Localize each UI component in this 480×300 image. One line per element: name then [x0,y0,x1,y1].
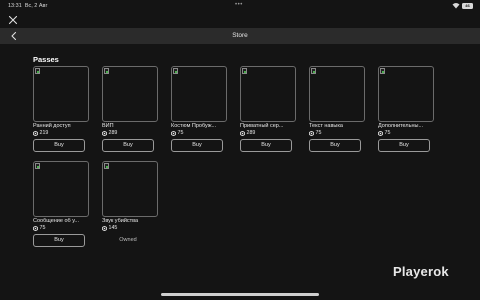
broken-image-icon [311,68,316,74]
status-bar: 13:31 Вс, 2 Авг ••• 46 [0,0,480,12]
pass-thumbnail[interactable] [33,66,89,122]
pass-card[interactable]: Текст навыка 75 Buy [309,66,367,152]
pass-name: Приватный сер... [240,123,284,129]
robux-icon [102,226,107,231]
pass-price-value: 289 [108,130,118,136]
pass-price: 75 [309,130,367,137]
close-row [0,12,480,28]
buy-button[interactable]: Buy [309,139,361,152]
watermark: Playerok [393,264,449,279]
pass-price-value: 75 [384,130,391,136]
status-time: 13:31 Вс, 2 Авг [8,3,48,9]
page-title: Store [232,32,248,39]
battery-icon: 46 [462,3,473,9]
owned-label: Owned [119,237,137,243]
pass-price-value: 75 [177,130,184,136]
pass-price-value: 219 [39,130,49,136]
pass-price-value: 145 [108,225,118,231]
robux-icon [33,226,38,231]
pass-card[interactable]: Костюм Пробуж... 75 Buy [171,66,229,152]
pass-price: 75 [378,130,436,137]
pass-thumbnail[interactable] [171,66,227,122]
pass-price: 75 [171,130,229,137]
wifi-icon [452,3,460,9]
buy-button[interactable]: Buy [33,139,85,152]
pass-price: 289 [240,130,298,137]
buy-button[interactable]: Buy [33,234,85,247]
pass-price: 219 [33,130,91,137]
status-time-value: 13:31 [8,3,22,9]
buy-button[interactable]: Buy [378,139,430,152]
pass-thumbnail[interactable] [33,161,89,217]
robux-icon [378,131,383,136]
broken-image-icon [35,163,40,169]
section-title: Passes [33,55,59,64]
pass-card[interactable]: Ранний доступ 219 Buy [33,66,91,152]
pass-price-value: 75 [39,225,46,231]
robux-icon [102,131,107,136]
pass-card[interactable]: ВИП 289 Buy [102,66,160,152]
pass-card[interactable]: Дополнительны... 75 Buy [378,66,436,152]
pass-name: Костюм Пробуж... [171,123,217,129]
pass-thumbnail[interactable] [102,66,158,122]
pass-name: Звук убийства [102,218,139,224]
pass-card[interactable]: Приватный сер... 289 Buy [240,66,298,152]
pass-price: 289 [102,130,160,137]
pass-name: ВИП [102,123,114,129]
pass-name: Текст навыка [309,123,343,129]
robux-icon [33,131,38,136]
header-bar: Store [0,28,480,44]
robux-icon [240,131,245,136]
robux-icon [171,131,176,136]
pass-thumbnail[interactable] [240,66,296,122]
pass-price-value: 289 [246,130,256,136]
pass-price: 75 [33,225,91,232]
pass-card[interactable]: Сообщение об у... 75 Buy [33,161,91,247]
pass-price: 145 [102,225,160,232]
pass-price-value: 75 [315,130,322,136]
broken-image-icon [104,163,109,169]
pass-name: Сообщение об у... [33,218,79,224]
broken-image-icon [173,68,178,74]
pass-card[interactable]: Звук убийства 145 Owned [102,161,160,247]
broken-image-icon [380,68,385,74]
broken-image-icon [242,68,247,74]
pass-thumbnail[interactable] [102,161,158,217]
pass-thumbnail[interactable] [309,66,365,122]
multitask-dots[interactable]: ••• [235,2,243,8]
broken-image-icon [104,68,109,74]
buy-button[interactable]: Buy [102,139,154,152]
robux-icon [309,131,314,136]
pass-thumbnail[interactable] [378,66,434,122]
pass-name: Ранний доступ [33,123,71,129]
buy-button[interactable]: Buy [171,139,223,152]
broken-image-icon [35,68,40,74]
pass-name: Дополнительны... [378,123,424,129]
status-date: Вс, 2 Авг [24,3,48,9]
close-icon[interactable] [7,14,19,26]
buy-button[interactable]: Buy [240,139,292,152]
home-indicator[interactable] [161,293,319,296]
